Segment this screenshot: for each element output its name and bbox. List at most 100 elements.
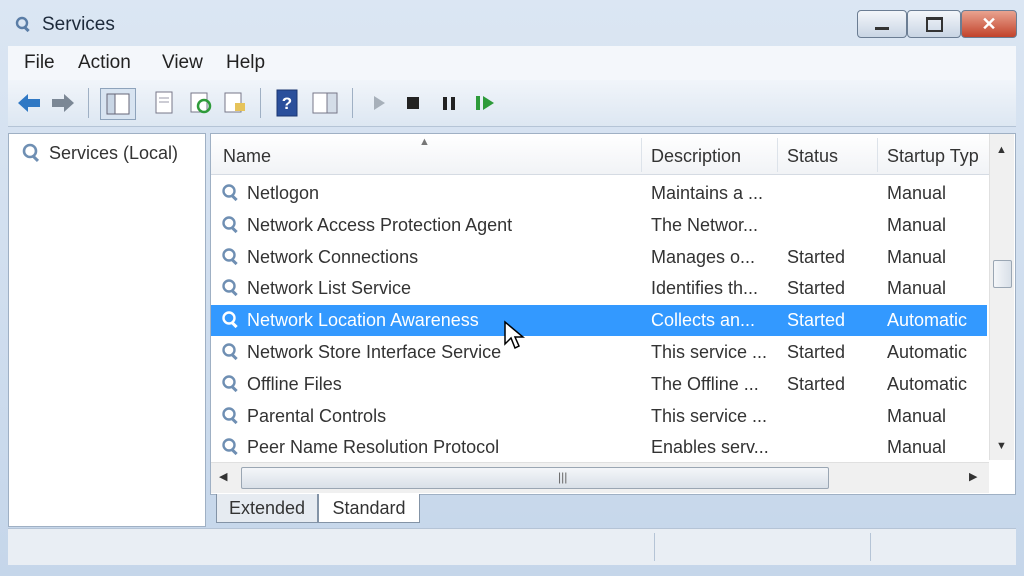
toolbar-separator [88, 88, 89, 118]
menu-file[interactable]: File [24, 52, 55, 74]
tree-item-services-local[interactable]: Services (Local) [21, 142, 178, 164]
service-gear-icon [222, 279, 238, 297]
svg-text:?: ? [282, 94, 292, 113]
vertical-scrollbar[interactable]: ▲ ▼ [989, 134, 1014, 460]
tab-extended[interactable]: Extended [216, 494, 318, 523]
status-bar [8, 528, 1016, 565]
service-description: Manages o... [651, 246, 756, 267]
toolbar-separator [352, 88, 353, 118]
service-status: Started [787, 373, 846, 394]
service-description: Enables serv... [651, 437, 769, 458]
scroll-grip-icon: ||| [558, 470, 568, 484]
column-header-startup-type[interactable]: Startup Typ [887, 146, 987, 167]
scroll-right-icon[interactable]: ▶ [969, 470, 977, 483]
help-icon: ? [276, 89, 298, 117]
horizontal-scrollbar[interactable]: ◀ ||| ▶ [211, 462, 989, 493]
vertical-scroll-thumb[interactable] [993, 260, 1012, 288]
start-service-button[interactable] [364, 88, 394, 118]
tab-standard[interactable]: Standard [318, 494, 420, 523]
service-status: Started [787, 246, 846, 267]
service-status: Started [787, 278, 846, 299]
service-startup-type: Manual [887, 278, 947, 299]
service-startup-type: Automatic [887, 310, 968, 331]
service-name: Parental Controls [247, 405, 387, 426]
back-button[interactable] [14, 88, 44, 118]
service-startup-type: Manual [887, 246, 947, 267]
service-row[interactable]: Network Connections Manages o... Started Ma… [211, 242, 987, 273]
sort-indicator-icon: ▲ [419, 136, 430, 148]
service-startup-type: Automatic [887, 373, 968, 394]
services-list: ▲ Name Description Status Startup Typ Ne… [210, 133, 1016, 495]
service-gear-icon [222, 247, 238, 265]
toolbar-separator [260, 88, 261, 118]
window-title: Services [42, 14, 115, 35]
stop-service-icon [407, 97, 419, 109]
column-header-name[interactable]: Name [223, 146, 271, 167]
scroll-left-icon[interactable]: ◀ [219, 470, 227, 483]
service-row[interactable]: Network Location Awareness Collects an...… [211, 305, 987, 337]
scroll-down-icon[interactable]: ▼ [996, 440, 1007, 452]
service-name: Network Access Protection Agent [247, 214, 513, 235]
list-header: ▲ Name Description Status Startup Typ [211, 134, 989, 175]
show-hide-tree-button[interactable] [100, 88, 136, 120]
service-gear-icon [222, 216, 238, 233]
maximize-button[interactable] [907, 10, 961, 38]
column-header-description[interactable]: Description [651, 146, 741, 167]
service-name: Peer Name Resolution Protocol [247, 437, 500, 458]
scroll-up-icon[interactable]: ▲ [996, 144, 1007, 156]
export-list-button[interactable] [220, 88, 250, 118]
service-row[interactable]: Offline Files The Offline ... Started Autom… [211, 369, 987, 400]
service-name: Network Connections [247, 246, 419, 267]
refresh-icon [190, 92, 212, 114]
mouse-cursor-icon [504, 320, 525, 350]
service-startup-type: Manual [887, 214, 947, 235]
forward-button[interactable] [48, 88, 78, 118]
stop-service-button[interactable] [398, 88, 428, 118]
close-icon: ✕ [981, 13, 997, 34]
restart-service-button[interactable] [470, 88, 500, 118]
service-gear-icon [222, 184, 238, 202]
pause-service-button[interactable] [434, 88, 464, 118]
service-description: This service ... [651, 405, 768, 426]
service-row[interactable]: Network Store Interface Service This serv… [211, 337, 987, 368]
service-startup-type: Automatic [887, 342, 968, 362]
service-startup-type: Manual [887, 405, 947, 426]
close-button[interactable]: ✕ [961, 10, 1017, 38]
service-startup-type: Manual [887, 183, 947, 203]
service-row[interactable]: Network List Service Identifies th... Star… [211, 273, 987, 304]
service-description: The Offline ... [651, 373, 759, 394]
minimize-icon [875, 26, 889, 30]
export-list-icon [224, 92, 245, 113]
help-button[interactable]: ? [272, 88, 302, 118]
column-header-status[interactable]: Status [787, 146, 838, 167]
start-service-icon [374, 96, 385, 110]
properties-button[interactable] [150, 88, 180, 118]
horizontal-scroll-thumb[interactable]: ||| [241, 467, 829, 489]
service-row[interactable]: Parental Controls This service ... Manual [211, 401, 987, 432]
menu-help[interactable]: Help [226, 52, 265, 74]
service-status: Started [787, 342, 846, 362]
show-action-pane-icon [312, 92, 338, 114]
service-row[interactable]: Network Access Protection Agent The Netwo… [211, 210, 987, 241]
service-row[interactable]: Peer Name Resolution Protocol Enables ser… [211, 432, 987, 463]
service-description: Collects an... [651, 310, 756, 331]
service-gear-icon [222, 375, 238, 392]
show-action-pane-button[interactable] [310, 88, 340, 118]
minimize-button[interactable] [857, 10, 907, 38]
column-divider[interactable] [877, 138, 878, 172]
column-divider[interactable] [641, 138, 642, 172]
forward-arrow-icon [52, 94, 74, 112]
title-bar[interactable]: Services ✕ [0, 0, 1024, 46]
menu-view[interactable]: View [162, 52, 203, 74]
menu-action[interactable]: Action [78, 52, 131, 74]
column-divider[interactable] [777, 138, 778, 172]
service-status: Started [787, 310, 846, 331]
show-hide-console-tree-icon [106, 93, 130, 115]
service-description: The Networ... [651, 214, 759, 235]
maximize-icon [925, 16, 943, 32]
back-arrow-icon [18, 94, 40, 112]
service-row[interactable]: Netlogon Maintains a ... Manual [211, 178, 987, 209]
refresh-button[interactable] [186, 88, 216, 118]
service-name: Offline Files [247, 373, 342, 394]
pause-service-icon [443, 97, 455, 110]
